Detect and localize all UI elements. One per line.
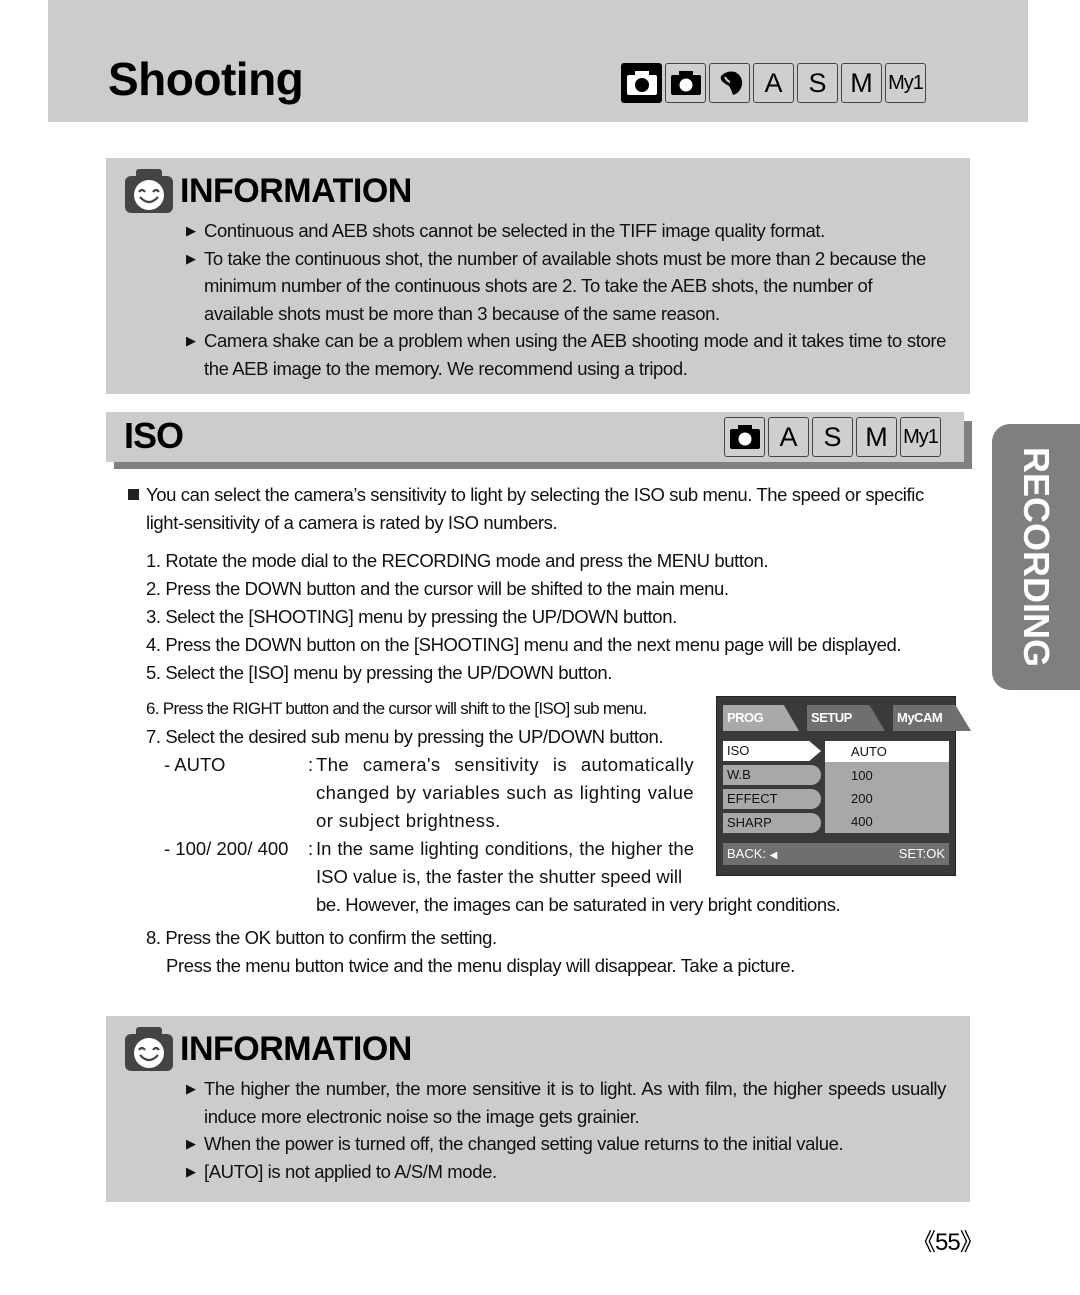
aperture-mode-icon: A (768, 417, 809, 457)
step-item: 3. Select the [SHOOTING] menu by pressin… (146, 606, 677, 627)
information-heading: INFORMATION (124, 168, 412, 214)
step-item: 2. Press the DOWN button and the cursor … (146, 578, 729, 599)
information-title: INFORMATION (180, 1029, 412, 1068)
lcd-tab-mycam: MyCAM (893, 705, 971, 731)
lcd-value-200: 200 (851, 791, 873, 806)
my-set-mode-icon: My1 (885, 63, 926, 103)
step-item: 5. Select the [ISO] menu by pressing the… (146, 662, 613, 683)
manual-mode-icon: M (841, 63, 882, 103)
manual-mode-icon: M (856, 417, 897, 457)
shutter-mode-icon: S (812, 417, 853, 457)
lcd-item-iso: ISO (723, 741, 821, 761)
information-list: ▶ Continuous and AEB shots cannot be sele… (186, 217, 946, 383)
lcd-tabs: PROG SETUP MyCAM (723, 705, 971, 731)
lcd-back-hint: BACK: ◀ (727, 846, 778, 861)
lcd-tab-prog: PROG (723, 705, 799, 731)
option-label-iso-values: - 100/ 200/ 400 (164, 838, 289, 859)
lcd-tab-setup: SETUP (807, 705, 885, 731)
step-item: 1. Rotate the mode dial to the RECORDING… (146, 550, 769, 571)
lcd-menu-items: ISO W.B EFFECT SHARP (723, 741, 821, 837)
lcd-item-effect: EFFECT (723, 789, 821, 809)
information-list: ▶ The higher the number, the more sensiti… (186, 1075, 946, 1185)
information-heading: INFORMATION (124, 1026, 412, 1072)
information-bullet: ▶ When the power is turned off, the chang… (186, 1130, 946, 1158)
step-item: 8. Press the OK button to confirm the se… (146, 927, 795, 976)
information-bullet: ▶ Continuous and AEB shots cannot be sele… (186, 217, 946, 245)
lcd-submenu-values: AUTO 100 200 400 (825, 741, 949, 833)
lcd-value-100: 100 (851, 768, 873, 783)
smiley-camera-icon (125, 169, 173, 213)
information-bullet: ▶ [AUTO] is not applied to A/S/M mode. (186, 1158, 946, 1186)
lcd-value-auto: AUTO (825, 741, 949, 762)
square-bullet-icon (128, 489, 139, 500)
smiley-camera-icon (125, 1027, 173, 1071)
lcd-set-hint: SET:OK (898, 846, 945, 861)
my-set-mode-icon: My1 (900, 417, 941, 457)
mode-icon-row: A S M My1 (621, 63, 926, 103)
page-title: Shooting (108, 53, 304, 105)
aperture-mode-icon: A (753, 63, 794, 103)
bullet-arrow-icon: ▶ (186, 250, 196, 266)
camera-lcd-menu: PROG SETUP MyCAM ISO W.B EFFECT SHARP AU… (716, 696, 971, 876)
side-tab-label: RECORDING (1016, 446, 1057, 668)
lcd-item-wb: W.B (723, 765, 821, 785)
bullet-arrow-icon: ▶ (186, 1081, 196, 1096)
auto-camera-icon (621, 63, 662, 103)
iso-section-header: ISO A S M My1 (106, 412, 964, 462)
bullet-arrow-icon: ▶ (186, 1163, 196, 1179)
information-box-bottom: INFORMATION ▶ The higher the number, the … (106, 1016, 970, 1202)
recording-side-tab: RECORDING (992, 424, 1080, 690)
information-box-top: INFORMATION ▶ Continuous and AEB shots ca… (106, 158, 970, 394)
section-title: ISO (124, 415, 184, 456)
option-desc-iso-values: : In the same lighting conditions, the hi… (308, 838, 694, 887)
page-number: 《55》 (912, 1229, 984, 1256)
step-item: 6. Press the RIGHT button and the cursor… (146, 699, 647, 718)
option-desc-iso-values-cont: be. However, the images can be saturated… (316, 894, 841, 915)
program-camera-icon (724, 417, 765, 457)
lcd-item-sharp: SHARP (723, 813, 821, 833)
step-item: 4. Press the DOWN button on the [SHOOTIN… (146, 634, 902, 655)
steps-list: 1. Rotate the mode dial to the RECORDING… (146, 547, 946, 687)
iso-intro: You can select the camera’s sensitivity … (128, 481, 960, 537)
shutter-mode-icon: S (797, 63, 838, 103)
information-bullet: ▶ Camera shake can be a problem when usin… (186, 327, 946, 382)
portrait-scene-icon (709, 63, 750, 103)
mode-icon-row: A S M My1 (724, 417, 941, 457)
left-arrow-icon: ◀ (769, 850, 778, 861)
option-label-auto: - AUTO (164, 754, 226, 775)
bullet-arrow-icon: ▶ (186, 1136, 196, 1152)
lcd-footer: BACK: ◀ SET:OK (723, 843, 949, 865)
bullet-arrow-icon: ▶ (186, 333, 196, 349)
lcd-value-400: 400 (851, 814, 873, 829)
option-desc-auto: : The camera's sensitivity is automatical… (308, 754, 694, 831)
information-bullet: ▶ To take the continuous shot, the number… (186, 245, 946, 328)
information-title: INFORMATION (180, 171, 412, 210)
program-camera-icon (665, 63, 706, 103)
step-item: 7. Select the desired sub menu by pressi… (146, 726, 664, 747)
bullet-arrow-icon: ▶ (186, 223, 196, 238)
information-bullet: ▶ The higher the number, the more sensiti… (186, 1075, 946, 1130)
